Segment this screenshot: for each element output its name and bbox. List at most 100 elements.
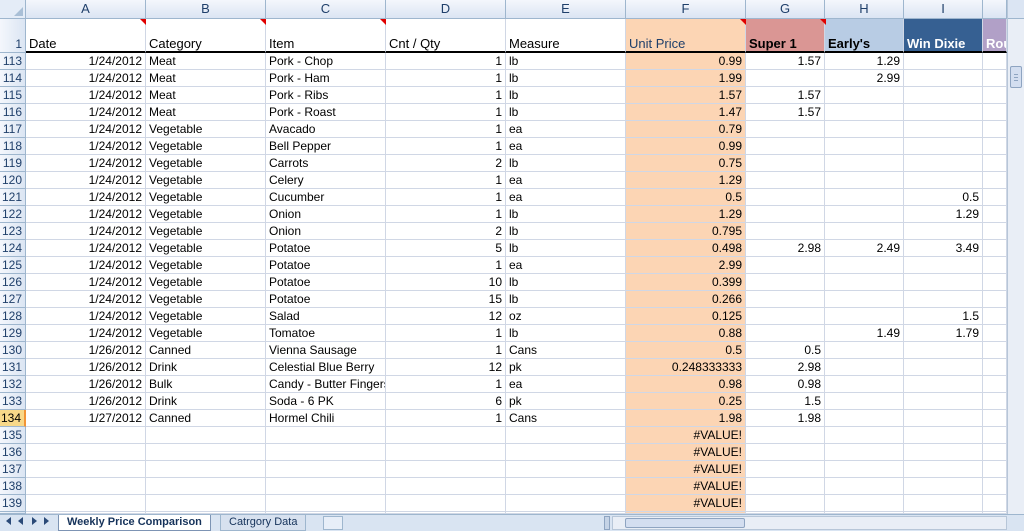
cell-c[interactable]: [266, 461, 386, 478]
cell-b[interactable]: Bulk: [146, 376, 266, 393]
cell-a[interactable]: 1/24/2012: [26, 206, 146, 223]
cell-h[interactable]: [825, 342, 904, 359]
cell-h[interactable]: [825, 104, 904, 121]
cell-b[interactable]: Drink: [146, 393, 266, 410]
cell-e[interactable]: ea: [506, 189, 626, 206]
cell-a[interactable]: 1/24/2012: [26, 223, 146, 240]
cell-a[interactable]: 1/24/2012: [26, 172, 146, 189]
cell-b[interactable]: Vegetable: [146, 291, 266, 308]
column-header-I[interactable]: I: [904, 0, 983, 19]
cell-e[interactable]: lb: [506, 70, 626, 87]
cell-b[interactable]: Vegetable: [146, 223, 266, 240]
cell-g[interactable]: [746, 189, 825, 206]
cell-b[interactable]: [146, 427, 266, 444]
column-header-B[interactable]: B: [146, 0, 266, 19]
cell-i[interactable]: [904, 461, 983, 478]
row-header[interactable]: 135: [0, 427, 26, 444]
cell-i[interactable]: [904, 172, 983, 189]
cell-e[interactable]: [506, 495, 626, 512]
cell-j[interactable]: [983, 291, 1007, 308]
cell-b[interactable]: Vegetable: [146, 138, 266, 155]
row-header[interactable]: 126: [0, 274, 26, 291]
cell-h[interactable]: 2.99: [825, 70, 904, 87]
cell-j[interactable]: [983, 240, 1007, 257]
cell-c[interactable]: Vienna Sausage: [266, 342, 386, 359]
cell-c[interactable]: [266, 427, 386, 444]
cell-j[interactable]: [983, 376, 1007, 393]
row-header[interactable]: 132: [0, 376, 26, 393]
cell-b[interactable]: Vegetable: [146, 189, 266, 206]
cell-e[interactable]: [506, 478, 626, 495]
cell-g[interactable]: [746, 308, 825, 325]
cell-c[interactable]: Avacado: [266, 121, 386, 138]
cell-i[interactable]: 0.5: [904, 189, 983, 206]
row-header[interactable]: 121: [0, 189, 26, 206]
cell-b[interactable]: [146, 478, 266, 495]
cell-g[interactable]: 1.98: [746, 410, 825, 427]
cell-c[interactable]: Carrots: [266, 155, 386, 172]
header-cell-d[interactable]: Cnt / Qty: [386, 19, 506, 53]
cell-b[interactable]: Vegetable: [146, 240, 266, 257]
cell-f[interactable]: #VALUE!: [626, 478, 746, 495]
row-header[interactable]: 127: [0, 291, 26, 308]
cell-h[interactable]: 1.49: [825, 325, 904, 342]
next-sheet-icon[interactable]: [32, 517, 37, 525]
cell-a[interactable]: 1/24/2012: [26, 53, 146, 70]
cell-a[interactable]: 1/24/2012: [26, 325, 146, 342]
cell-g[interactable]: [746, 206, 825, 223]
cell-c[interactable]: Bell Pepper: [266, 138, 386, 155]
cell-d[interactable]: 1: [386, 410, 506, 427]
cell-g[interactable]: 2.98: [746, 240, 825, 257]
row-header[interactable]: 120: [0, 172, 26, 189]
cell-c[interactable]: Pork - Chop: [266, 53, 386, 70]
cell-f[interactable]: 0.88: [626, 325, 746, 342]
cell-i[interactable]: [904, 257, 983, 274]
cell-f[interactable]: 1.99: [626, 70, 746, 87]
cell-h[interactable]: [825, 359, 904, 376]
cell-f[interactable]: 1.98: [626, 410, 746, 427]
cell-g[interactable]: 1.57: [746, 104, 825, 121]
cell-b[interactable]: Canned: [146, 410, 266, 427]
cell-g[interactable]: 1.57: [746, 87, 825, 104]
cell-f[interactable]: 1.47: [626, 104, 746, 121]
cell-d[interactable]: 2: [386, 223, 506, 240]
cell-a[interactable]: 1/26/2012: [26, 342, 146, 359]
cell-j[interactable]: [983, 257, 1007, 274]
cell-d[interactable]: 1: [386, 342, 506, 359]
cell-i[interactable]: [904, 393, 983, 410]
row-header[interactable]: 118: [0, 138, 26, 155]
cell-j[interactable]: [983, 104, 1007, 121]
cell-i[interactable]: [904, 359, 983, 376]
row-header[interactable]: 123: [0, 223, 26, 240]
column-header-A[interactable]: A: [26, 0, 146, 19]
cell-g[interactable]: [746, 461, 825, 478]
header-cell-f[interactable]: Unit Price: [626, 19, 746, 53]
cell-a[interactable]: 1/24/2012: [26, 87, 146, 104]
row-header[interactable]: 129: [0, 325, 26, 342]
cell-g[interactable]: [746, 274, 825, 291]
row-header[interactable]: 117: [0, 121, 26, 138]
cell-a[interactable]: 1/24/2012: [26, 104, 146, 121]
cell-d[interactable]: [386, 478, 506, 495]
row-header[interactable]: 134: [0, 410, 26, 427]
sheet-tab-category-data[interactable]: Catrgory Data: [220, 515, 307, 531]
cell-g[interactable]: [746, 495, 825, 512]
header-cell-j[interactable]: Rou: [983, 19, 1007, 53]
cell-c[interactable]: Candy - Butter Fingers: [266, 376, 386, 393]
cell-g[interactable]: [746, 155, 825, 172]
cell-f[interactable]: 0.99: [626, 53, 746, 70]
cell-e[interactable]: Cans: [506, 342, 626, 359]
cell-j[interactable]: [983, 308, 1007, 325]
cell-f[interactable]: #VALUE!: [626, 461, 746, 478]
cell-i[interactable]: [904, 376, 983, 393]
cell-i[interactable]: [904, 478, 983, 495]
cell-j[interactable]: [983, 461, 1007, 478]
cell-e[interactable]: ea: [506, 121, 626, 138]
cell-a[interactable]: 1/24/2012: [26, 70, 146, 87]
cell-i[interactable]: 1.79: [904, 325, 983, 342]
cell-i[interactable]: 1.29: [904, 206, 983, 223]
cell-e[interactable]: lb: [506, 87, 626, 104]
cell-h[interactable]: 2.49: [825, 240, 904, 257]
cell-j[interactable]: [983, 87, 1007, 104]
cell-g[interactable]: 1.5: [746, 393, 825, 410]
